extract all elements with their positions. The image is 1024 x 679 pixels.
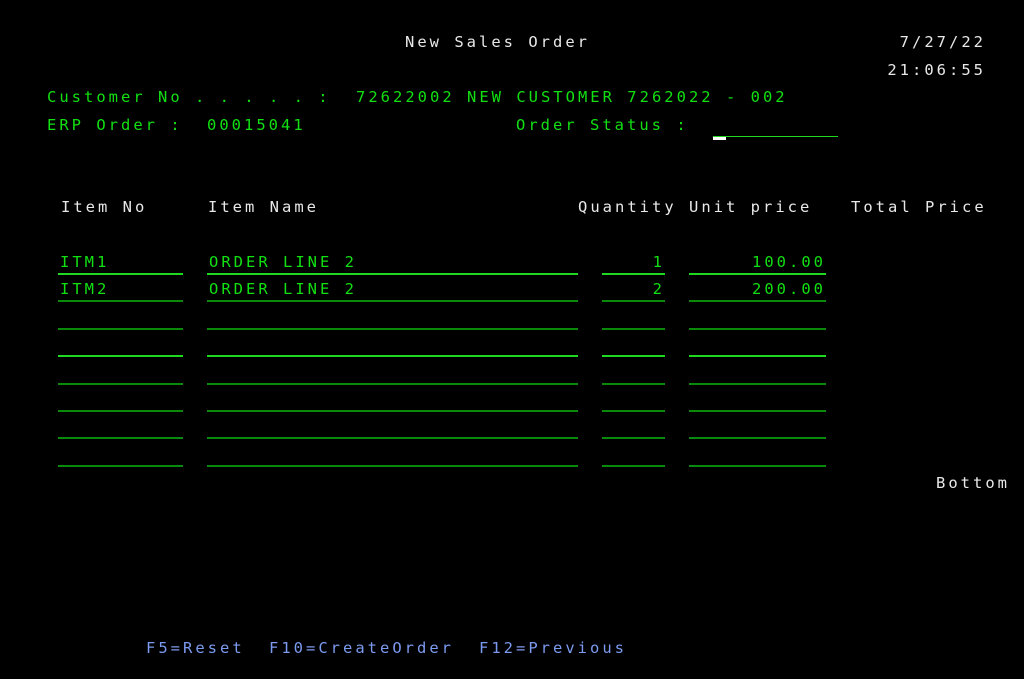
unit-price-input[interactable] (689, 447, 826, 467)
unit-price-value: 100.00 (752, 253, 826, 271)
unit-price-input[interactable] (689, 365, 826, 385)
quantity-value: 2 (652, 280, 665, 299)
item-no-input[interactable]: ITM1 (58, 253, 183, 275)
screen-title: New Sales Order (405, 33, 590, 51)
quantity-input[interactable] (602, 310, 665, 330)
unit-price-input[interactable] (689, 310, 826, 330)
item-no-input[interactable] (58, 392, 183, 412)
f5-reset-key[interactable]: F5=Reset (146, 639, 245, 657)
item-no-input[interactable] (58, 337, 183, 358)
item-no-input[interactable] (58, 365, 183, 385)
item-name-input[interactable] (207, 365, 578, 385)
quantity-input[interactable]: 1 (602, 253, 665, 275)
unit-price-value: 200.00 (752, 280, 826, 299)
unit-price-input[interactable] (689, 337, 826, 358)
column-header-total-price: Total Price (851, 198, 987, 216)
time: 21:06:55 (887, 61, 986, 79)
unit-price-input[interactable]: 200.00 (689, 280, 826, 303)
item-name-input[interactable] (207, 419, 578, 440)
erp-order-label: ERP Order : (47, 116, 183, 134)
item-no-input[interactable] (58, 310, 183, 330)
item-name-input[interactable] (207, 392, 578, 412)
item-name-input[interactable] (207, 337, 578, 358)
quantity-input[interactable] (602, 447, 665, 467)
order-status-label: Order Status : (516, 116, 689, 134)
column-header-unit-price: Unit price (689, 198, 813, 216)
date: 7/27/22 (899, 33, 986, 51)
customer-no-label: Customer No . . . . . : (47, 88, 331, 106)
order-status-input[interactable] (713, 118, 838, 137)
unit-price-input[interactable] (689, 419, 826, 440)
scroll-indicator: Bottom (936, 474, 1010, 492)
customer-no-value: 72622002 NEW CUSTOMER 7262022 - 002 (356, 88, 788, 106)
erp-order-value: 00015041 (207, 116, 306, 134)
item-no-input[interactable]: ITM2 (58, 280, 183, 303)
quantity-input[interactable] (602, 419, 665, 440)
f10-create-order-key[interactable]: F10=CreateOrder (269, 639, 454, 657)
item-name-value: ORDER LINE 2 (209, 253, 357, 271)
item-name-input[interactable]: ORDER LINE 2 (207, 253, 578, 275)
item-name-input[interactable]: ORDER LINE 2 (207, 280, 578, 303)
quantity-value: 1 (652, 253, 665, 271)
quantity-input[interactable] (602, 365, 665, 385)
text-cursor (713, 137, 726, 140)
unit-price-input[interactable] (689, 392, 826, 412)
item-name-input[interactable] (207, 310, 578, 330)
quantity-input[interactable] (602, 337, 665, 358)
column-header-item-name: Item Name (208, 198, 319, 216)
item-name-input[interactable] (207, 447, 578, 467)
item-no-input[interactable] (58, 447, 183, 467)
quantity-input[interactable]: 2 (602, 280, 665, 303)
f12-previous-key[interactable]: F12=Previous (479, 639, 627, 657)
column-header-quantity: Quantity (578, 198, 677, 216)
quantity-input[interactable] (602, 392, 665, 412)
item-no-input[interactable] (58, 419, 183, 440)
item-no-value: ITM1 (60, 253, 110, 271)
column-header-item-no: Item No (61, 198, 148, 216)
item-name-value: ORDER LINE 2 (209, 280, 357, 299)
unit-price-input[interactable]: 100.00 (689, 253, 826, 275)
item-no-value: ITM2 (60, 280, 110, 299)
